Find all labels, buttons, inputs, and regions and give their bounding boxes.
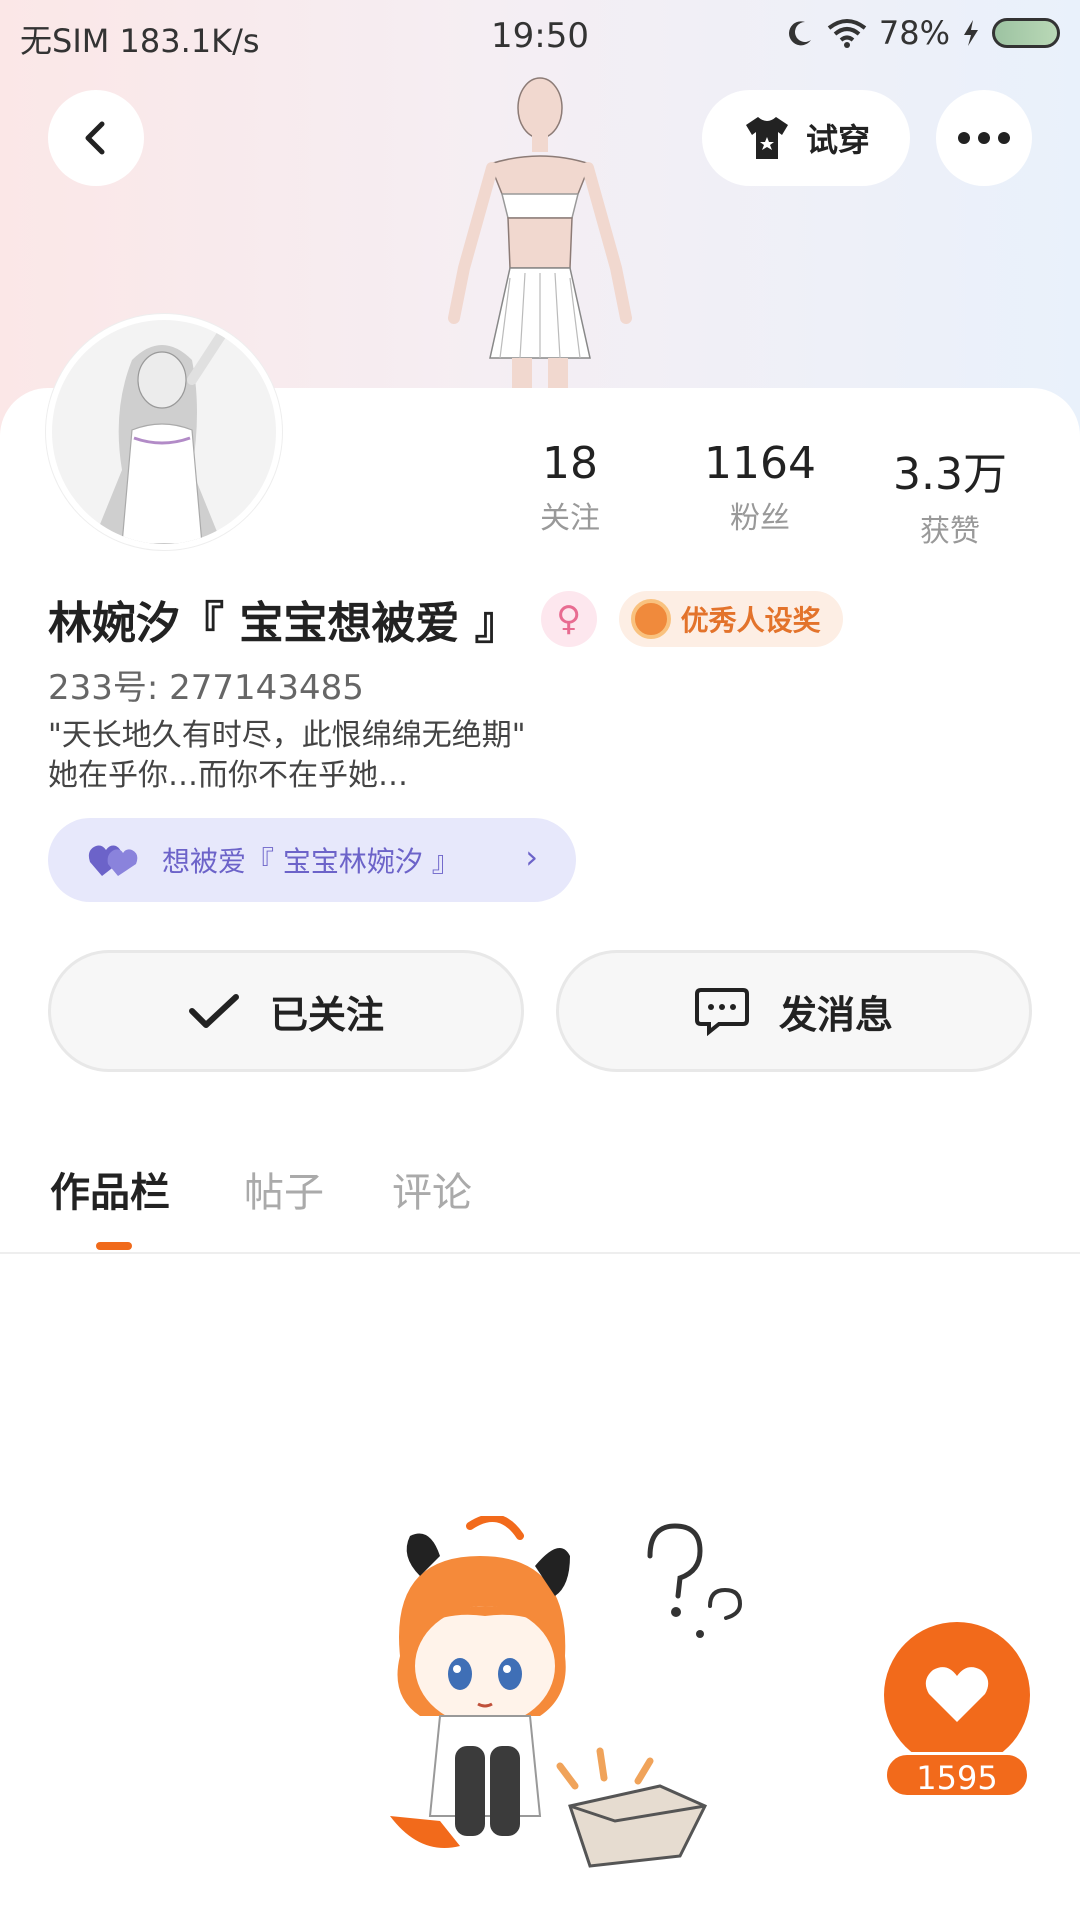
wifi-icon [827, 19, 867, 48]
stat-likes[interactable]: 3.3万 获赞 [850, 438, 1050, 550]
empty-state-illustration [390, 1516, 743, 1868]
active-tab-indicator [96, 1242, 132, 1250]
female-icon: ♀ [540, 591, 597, 647]
like-fab[interactable]: 1595 [884, 1622, 1030, 1798]
bio-line-2: 她在乎你…而你不在乎她… [48, 758, 408, 793]
moon-icon [788, 21, 811, 46]
stat-following-label: 关注 [540, 501, 600, 536]
tshirt-icon [745, 117, 788, 159]
stat-following-value: 18 [542, 438, 598, 489]
more-horizontal-icon [958, 132, 1010, 144]
followed-button[interactable]: 已关注 [48, 950, 524, 1072]
chat-bubble-icon [694, 988, 749, 1036]
tab-posts[interactable]: 帖子 [244, 1160, 324, 1218]
award-badge[interactable]: 优秀人设奖 [618, 591, 843, 647]
chevron-left-icon [85, 121, 105, 155]
double-heart-icon [88, 845, 138, 876]
battery-percent: 78% [878, 14, 950, 52]
content-tabs: 作品栏 帖子 评论 [0, 1150, 1080, 1254]
stat-followers-value: 1164 [704, 438, 816, 489]
user-name: 林婉汐『 宝宝想被爱 』 [48, 598, 519, 649]
bio-line-1: "天长地久有时尽，此恨绵绵无绝期" [48, 718, 526, 753]
status-bar: 无SIM 183.1K/s 19:50 78% [0, 0, 1080, 70]
like-button[interactable] [884, 1622, 1030, 1768]
message-label: 发消息 [778, 992, 893, 1037]
stat-followers-label: 粉丝 [730, 501, 790, 536]
tab-comments[interactable]: 评论 [392, 1160, 472, 1218]
name-row: 林婉汐『 宝宝想被爱 』 ♀ 优秀人设奖 [48, 586, 843, 652]
heart-icon [925, 1667, 989, 1722]
message-button[interactable]: 发消息 [556, 950, 1032, 1072]
tab-works[interactable]: 作品栏 [50, 1160, 170, 1218]
profile-stats: 18 关注 1164 粉丝 3.3万 获赞 [470, 438, 1060, 549]
cp-relationship-pill[interactable]: 想被爱『 宝宝林婉汐 』 › [48, 818, 576, 902]
award-icon [630, 599, 671, 639]
avatar[interactable] [46, 314, 282, 550]
try-on-button[interactable]: 试穿 [702, 90, 910, 186]
battery-icon [992, 18, 1060, 48]
like-count: 1595 [884, 1752, 1030, 1798]
avatar-3d-figure [448, 77, 632, 390]
stat-likes-value: 3.3万 [893, 449, 1007, 500]
user-id: 233号: 277143485 [48, 668, 364, 708]
stat-following[interactable]: 18 关注 [470, 438, 670, 537]
user-bio: "天长地久有时尽，此恨绵绵无绝期" 她在乎你…而你不在乎她… [48, 716, 526, 796]
stat-likes-label: 获赞 [920, 514, 980, 549]
try-on-label: 试穿 [805, 121, 870, 159]
award-label: 优秀人设奖 [680, 604, 821, 637]
more-button[interactable] [936, 90, 1032, 186]
stat-followers[interactable]: 1164 粉丝 [660, 438, 860, 537]
status-icons: 78% [785, 14, 1060, 52]
chevron-right-icon: › [525, 838, 538, 876]
followed-label: 已关注 [269, 992, 384, 1037]
check-icon [188, 994, 239, 1028]
back-button[interactable] [48, 90, 144, 186]
cp-label: 想被爱『 宝宝林婉汐 』 [162, 845, 460, 878]
charging-icon [964, 20, 978, 46]
avatar-image [52, 320, 276, 544]
